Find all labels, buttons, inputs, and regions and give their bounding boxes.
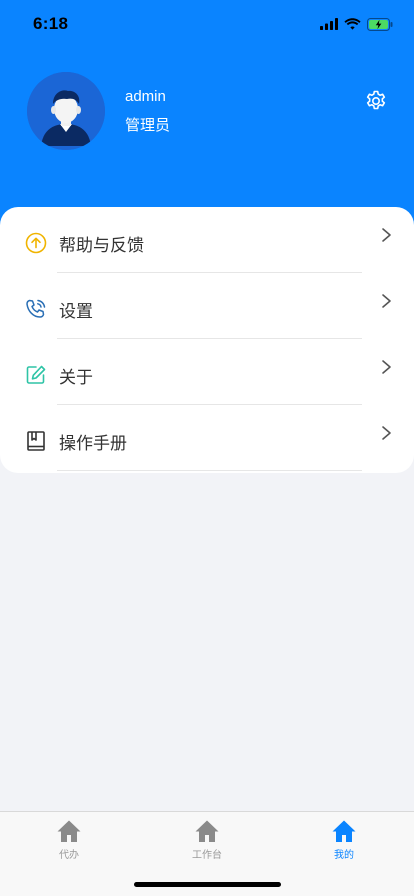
home-icon <box>57 819 81 843</box>
tab-mine[interactable]: 我的 <box>304 819 384 861</box>
profile-header: 6:18 admin 管理员 <box>0 0 414 238</box>
chevron-right-icon <box>380 291 392 311</box>
battery-charging-icon <box>367 17 394 31</box>
menu-item-label: 设置 <box>59 302 93 322</box>
chevron-right-icon <box>380 423 392 443</box>
tab-label: 我的 <box>334 850 354 861</box>
menu-item-settings[interactable]: 设置 <box>0 273 414 339</box>
status-icons <box>320 15 394 33</box>
tab-todo[interactable]: 代办 <box>29 819 109 861</box>
home-icon <box>332 819 356 843</box>
tab-bar: 代办 工作台 我的 <box>0 811 414 896</box>
menu-item-help-feedback[interactable]: 帮助与反馈 <box>0 207 414 273</box>
edit-icon <box>25 364 47 386</box>
user-role: 管理员 <box>125 116 171 134</box>
menu-item-manual[interactable]: 操作手册 <box>0 405 414 471</box>
status-bar: 6:18 <box>0 0 414 48</box>
menu-item-about[interactable]: 关于 <box>0 339 414 405</box>
divider <box>57 470 362 471</box>
profile-info: admin 管理员 <box>0 72 414 152</box>
username: admin <box>125 88 166 105</box>
phone-icon <box>25 298 47 320</box>
home-indicator[interactable] <box>134 882 281 887</box>
arrow-up-circle-icon <box>25 232 47 254</box>
wifi-icon <box>344 18 361 30</box>
menu-item-label: 操作手册 <box>59 434 127 454</box>
tab-label: 代办 <box>59 850 79 861</box>
chevron-right-icon <box>380 225 392 245</box>
gear-icon[interactable] <box>364 89 388 113</box>
signal-icon <box>320 18 338 30</box>
tab-workbench[interactable]: 工作台 <box>167 819 247 861</box>
menu-item-label: 帮助与反馈 <box>59 236 144 256</box>
home-icon <box>195 819 219 843</box>
user-avatar-icon[interactable] <box>27 72 105 150</box>
menu-list: 帮助与反馈 设置 关于 操作手册 <box>0 207 414 473</box>
menu-item-label: 关于 <box>59 368 93 388</box>
tab-label: 工作台 <box>192 850 222 861</box>
book-icon <box>25 430 47 452</box>
status-time: 6:18 <box>33 14 69 33</box>
chevron-right-icon <box>380 357 392 377</box>
